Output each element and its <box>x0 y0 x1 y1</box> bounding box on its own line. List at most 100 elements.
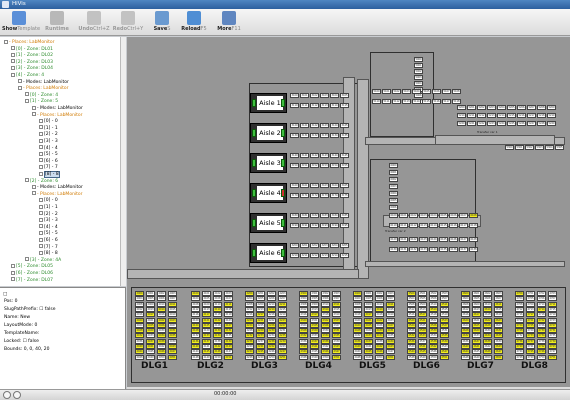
location-cell[interactable]: 3115 <box>340 103 349 108</box>
location-cell[interactable]: 6000 <box>389 163 398 168</box>
location-cell[interactable]: 6108 <box>469 213 478 218</box>
location-cell[interactable]: 5002 <box>414 69 423 74</box>
location-cell[interactable]: 2245 <box>256 349 265 355</box>
location-cell[interactable]: 2622 <box>483 317 492 323</box>
location-cell[interactable]: 6103 <box>419 213 428 218</box>
location-cell[interactable]: 2114 <box>213 306 222 312</box>
location-cell[interactable]: 5105 <box>422 89 431 94</box>
location-cell[interactable]: 2732 <box>515 333 524 339</box>
location-cell[interactable]: 2325 <box>310 322 319 328</box>
location-cell[interactable]: 2633 <box>472 333 481 339</box>
location-cell[interactable]: 2445 <box>364 349 373 355</box>
location-cell[interactable]: 2631 <box>494 328 503 334</box>
location-cell[interactable]: 5101 <box>382 89 391 94</box>
location-cell[interactable]: 2739 <box>548 338 557 344</box>
location-cell[interactable]: 2117 <box>202 312 211 318</box>
location-cell[interactable]: 3154 <box>330 163 339 168</box>
location-cell[interactable]: 5214 <box>497 113 506 118</box>
location-cell[interactable]: 2731 <box>548 328 557 334</box>
location-cell[interactable]: 2436 <box>353 338 362 344</box>
location-cell[interactable]: 2103 <box>224 291 233 296</box>
location-cell[interactable]: 3201 <box>300 243 309 248</box>
layout-canvas[interactable]: Aisle 1 3100 3101 3102 3103 3104 3105 3110 3111 3… <box>127 37 570 387</box>
location-cell[interactable]: 2225 <box>256 322 265 328</box>
location-cell[interactable]: 2031 <box>168 328 177 334</box>
location-cell[interactable]: 2724 <box>515 322 524 328</box>
location-cell[interactable]: 2411 <box>386 301 395 307</box>
location-cell[interactable]: 2634 <box>483 333 492 339</box>
location-cell[interactable]: 2024 <box>135 322 144 328</box>
location-cell[interactable]: 2240 <box>245 344 254 349</box>
location-cell[interactable]: 2448 <box>353 354 362 360</box>
location-cell[interactable]: 2238 <box>267 338 276 344</box>
expand-toggle-icon[interactable] <box>39 217 43 222</box>
location-cell[interactable]: 2513 <box>418 306 427 312</box>
location-cell[interactable]: 5112 <box>392 99 401 104</box>
location-cell[interactable]: 2600 <box>461 291 470 296</box>
location-cell[interactable]: 6106 <box>449 213 458 218</box>
location-cell[interactable]: 2344 <box>299 349 308 355</box>
location-cell[interactable]: 2320 <box>299 317 308 323</box>
location-cell[interactable]: 2319 <box>332 312 341 318</box>
location-cell[interactable]: 2249 <box>256 354 265 360</box>
location-cell[interactable]: 2519 <box>440 312 449 318</box>
location-cell[interactable]: 2102 <box>213 291 222 296</box>
prop-layout[interactable]: LayoutMode: 0 <box>4 322 37 329</box>
location-cell[interactable]: 5210 <box>457 113 466 118</box>
location-cell[interactable]: 3143 <box>320 153 329 158</box>
location-cell[interactable]: 2110 <box>213 301 222 307</box>
toolbar-redo-button[interactable]: RedoCtrl+Y <box>111 10 145 35</box>
location-cell[interactable]: 2029 <box>146 328 155 334</box>
expand-toggle-icon[interactable] <box>39 224 43 229</box>
location-cell[interactable]: 3212 <box>310 253 319 258</box>
location-cell[interactable]: 2113 <box>202 306 211 312</box>
location-cell[interactable]: 2529 <box>418 328 427 334</box>
location-cell[interactable]: 2721 <box>526 317 535 323</box>
location-cell[interactable]: 2032 <box>135 333 144 339</box>
location-cell[interactable]: 2447 <box>386 349 395 355</box>
location-cell[interactable]: 2312 <box>299 306 308 312</box>
location-cell[interactable]: 2749 <box>526 354 535 360</box>
location-cell[interactable]: 2234 <box>267 333 276 339</box>
location-cell[interactable]: 5218 <box>537 113 546 118</box>
location-cell[interactable]: 5212 <box>477 113 486 118</box>
location-cell[interactable]: 2704 <box>515 296 524 302</box>
location-cell[interactable]: 5228 <box>537 121 546 126</box>
location-cell[interactable]: 3145 <box>340 153 349 158</box>
location-cell[interactable]: 2328 <box>299 328 308 334</box>
location-cell[interactable]: 6003 <box>389 184 398 189</box>
location-cell[interactable]: 2244 <box>245 349 254 355</box>
location-cell[interactable]: 2241 <box>256 344 265 349</box>
location-cell[interactable]: 2314 <box>321 306 330 312</box>
location-cell[interactable]: 5203 <box>487 105 496 110</box>
location-cell[interactable]: 2118 <box>213 312 222 318</box>
location-cell[interactable]: 3155 <box>340 163 349 168</box>
location-cell[interactable]: 5304 <box>545 145 554 150</box>
location-cell[interactable]: 3121 <box>300 123 309 128</box>
location-cell[interactable]: 2041 <box>146 344 155 349</box>
location-cell[interactable]: 2435 <box>386 333 395 339</box>
location-cell[interactable]: 2601 <box>472 291 481 296</box>
location-cell[interactable]: 2547 <box>440 349 449 355</box>
location-cell[interactable]: 2120 <box>191 317 200 323</box>
location-cell[interactable]: 2109 <box>202 301 211 307</box>
location-cell[interactable]: 2712 <box>515 306 524 312</box>
location-cell[interactable]: 2639 <box>494 338 503 344</box>
location-cell[interactable]: 2028 <box>135 328 144 334</box>
location-cell[interactable]: 2335 <box>332 333 341 339</box>
location-cell[interactable]: 2621 <box>472 317 481 323</box>
location-cell[interactable]: 2304 <box>299 296 308 302</box>
location-cell[interactable]: 2248 <box>245 354 254 360</box>
location-cell[interactable]: 2416 <box>353 312 362 318</box>
location-cell[interactable]: 3163 <box>320 183 329 188</box>
location-cell[interactable]: 2522 <box>429 317 438 323</box>
location-cell[interactable]: 2015 <box>168 306 177 312</box>
location-cell[interactable]: 2516 <box>407 312 416 318</box>
location-cell[interactable]: 2744 <box>515 349 524 355</box>
location-cell[interactable]: 2147 <box>224 349 233 355</box>
location-cell[interactable]: 2615 <box>494 306 503 312</box>
location-cell[interactable]: 2702 <box>537 291 546 296</box>
expand-toggle-icon[interactable] <box>11 59 15 64</box>
location-cell[interactable]: 3195 <box>340 223 349 228</box>
location-cell[interactable]: 3134 <box>330 133 339 138</box>
